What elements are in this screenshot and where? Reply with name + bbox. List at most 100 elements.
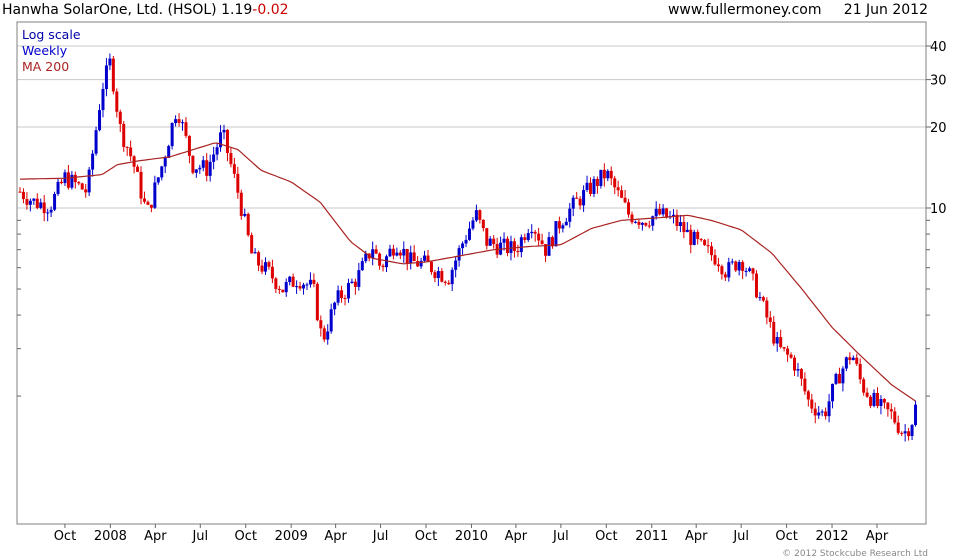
candle-body <box>315 283 319 321</box>
candle-body <box>454 260 458 270</box>
candle-body <box>710 246 714 256</box>
candle-body <box>28 200 32 205</box>
candle-body <box>644 222 648 226</box>
plot-frame <box>16 21 927 525</box>
candle <box>720 264 724 280</box>
candle <box>225 129 229 162</box>
candle <box>129 140 133 162</box>
candle-body <box>703 240 707 246</box>
candle-body <box>139 171 143 199</box>
candle <box>302 282 306 295</box>
candle <box>312 273 316 288</box>
candle-body <box>481 219 485 229</box>
candle <box>84 183 88 198</box>
candle-body <box>170 123 174 147</box>
candle-body <box>741 262 745 271</box>
candle <box>194 169 198 178</box>
candle-body <box>696 231 700 239</box>
candle <box>46 208 50 222</box>
candle <box>267 260 271 270</box>
candle-body <box>547 237 551 256</box>
candle-body <box>661 208 665 215</box>
candle <box>122 121 126 152</box>
candle-body <box>765 300 769 318</box>
candle-body <box>706 245 710 247</box>
candle-body <box>409 252 413 264</box>
x-tick-label: 2009 <box>275 529 308 544</box>
candle-body <box>478 210 482 220</box>
candle <box>350 278 354 284</box>
candle <box>308 272 312 288</box>
candle <box>775 331 779 352</box>
candle-body <box>865 392 869 397</box>
candle-body <box>225 129 229 154</box>
x-tick-label: Apr <box>866 529 889 544</box>
candle <box>298 281 302 291</box>
candle <box>575 192 579 199</box>
candle <box>440 268 444 283</box>
candle <box>385 254 389 273</box>
candle <box>170 122 174 150</box>
candle-body <box>443 281 447 283</box>
candle <box>360 257 364 271</box>
candle <box>537 227 541 246</box>
candle-body <box>595 178 599 186</box>
candle-body <box>450 269 454 285</box>
candle-body <box>578 198 582 206</box>
candle-body <box>208 161 212 176</box>
candle <box>253 248 257 254</box>
candle-body <box>118 111 122 124</box>
candle-body <box>267 262 271 267</box>
candle <box>678 214 682 233</box>
candle <box>834 372 838 385</box>
candle <box>793 355 797 376</box>
candle <box>654 201 658 220</box>
candle-body <box>333 302 337 310</box>
candle <box>637 219 641 229</box>
candle <box>219 125 223 152</box>
candle <box>564 217 568 226</box>
candle <box>851 355 855 361</box>
candle <box>540 233 544 245</box>
candle <box>53 191 57 212</box>
candle <box>236 166 240 199</box>
candle-body <box>205 160 209 176</box>
candle <box>77 181 81 186</box>
candle <box>706 238 710 254</box>
candle <box>782 346 786 352</box>
candle <box>35 193 39 210</box>
candle-body <box>893 411 897 423</box>
candle-body <box>575 197 579 199</box>
candle-body <box>184 122 188 136</box>
candle-body <box>855 357 859 364</box>
candle <box>436 266 440 287</box>
candle-body <box>699 238 703 241</box>
candle <box>288 275 292 286</box>
candle-body <box>53 194 57 210</box>
candle-body <box>163 157 167 167</box>
candle <box>32 198 36 205</box>
candle-body <box>723 274 727 278</box>
candle <box>433 270 437 283</box>
candle-body <box>620 190 624 198</box>
candle <box>744 267 748 277</box>
candle <box>353 278 357 295</box>
candle-body <box>263 262 267 272</box>
candle-body <box>343 298 347 300</box>
candle-body <box>585 182 589 191</box>
candle-body <box>35 198 39 208</box>
candle-body <box>246 213 250 236</box>
candle <box>412 245 416 262</box>
candle <box>768 311 772 328</box>
candle-body <box>841 368 845 384</box>
candle-body <box>571 197 575 209</box>
candle-body <box>308 279 312 285</box>
candlestick-series <box>18 53 918 442</box>
candle <box>118 109 122 133</box>
candle <box>530 224 534 239</box>
candle <box>658 203 662 216</box>
candle <box>786 345 790 362</box>
candle-body <box>412 252 416 262</box>
candle <box>191 155 195 175</box>
candle <box>488 236 492 246</box>
